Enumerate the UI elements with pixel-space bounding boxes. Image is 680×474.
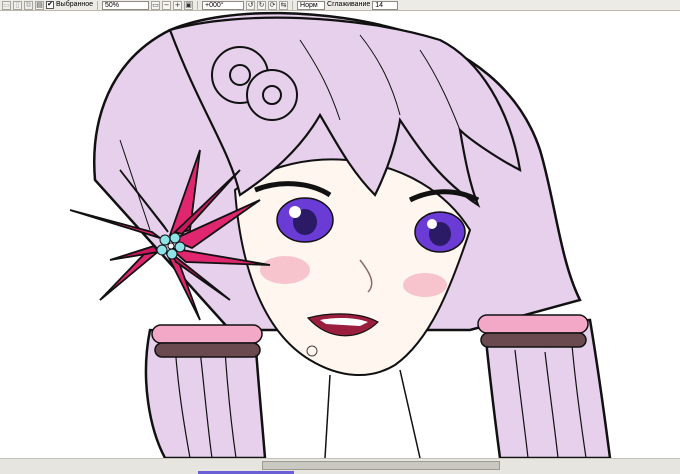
illustration bbox=[69, 11, 612, 458]
plus-icon[interactable]: + bbox=[173, 0, 183, 10]
right-hair-band bbox=[477, 314, 589, 348]
rotation-field[interactable]: +000° bbox=[202, 0, 245, 10]
rotate-left-icon[interactable]: ↺ bbox=[246, 0, 256, 10]
tool-options-bar: ▭ ▯ ⧉ ▤ ✔ Выбранное 50% ▭ − + ▣ +000° ↺ … bbox=[0, 0, 680, 11]
open-file-icon[interactable]: ▯ bbox=[13, 0, 22, 10]
left-hair-band bbox=[151, 324, 263, 358]
favorites-label: Выбранное bbox=[56, 1, 94, 8]
zoom-field[interactable]: 50% bbox=[102, 0, 150, 10]
horizontal-scrollbar[interactable] bbox=[0, 458, 680, 474]
smoothing-label: Сглаживание bbox=[327, 1, 371, 8]
left-cheek bbox=[260, 256, 310, 284]
copy-icon[interactable]: ⧉ bbox=[24, 0, 33, 10]
paste-icon[interactable]: ▤ bbox=[35, 0, 44, 10]
separator bbox=[97, 0, 99, 10]
fit-icon[interactable]: ▣ bbox=[184, 0, 194, 10]
right-cheek bbox=[403, 273, 447, 297]
blend-mode-select[interactable]: Норм bbox=[297, 0, 326, 10]
favorites-checkbox[interactable]: ✔ bbox=[46, 1, 54, 9]
zoom-out-icon[interactable]: ▭ bbox=[151, 0, 161, 10]
flip-icon[interactable]: ⇆ bbox=[279, 0, 289, 10]
reset-rotation-icon[interactable]: ⟳ bbox=[268, 0, 278, 10]
left-eye-highlight bbox=[289, 206, 301, 218]
minus-icon[interactable]: − bbox=[162, 0, 172, 10]
rotate-right-icon[interactable]: ↻ bbox=[257, 0, 267, 10]
separator bbox=[292, 0, 294, 10]
drawing-canvas[interactable] bbox=[0, 11, 680, 458]
separator bbox=[197, 0, 199, 10]
scrollbar-thumb[interactable] bbox=[262, 461, 500, 470]
neck bbox=[324, 369, 421, 458]
new-file-icon[interactable]: ▭ bbox=[2, 0, 11, 10]
smoothing-field[interactable]: 14 bbox=[372, 0, 399, 10]
right-eye-highlight bbox=[427, 219, 437, 229]
